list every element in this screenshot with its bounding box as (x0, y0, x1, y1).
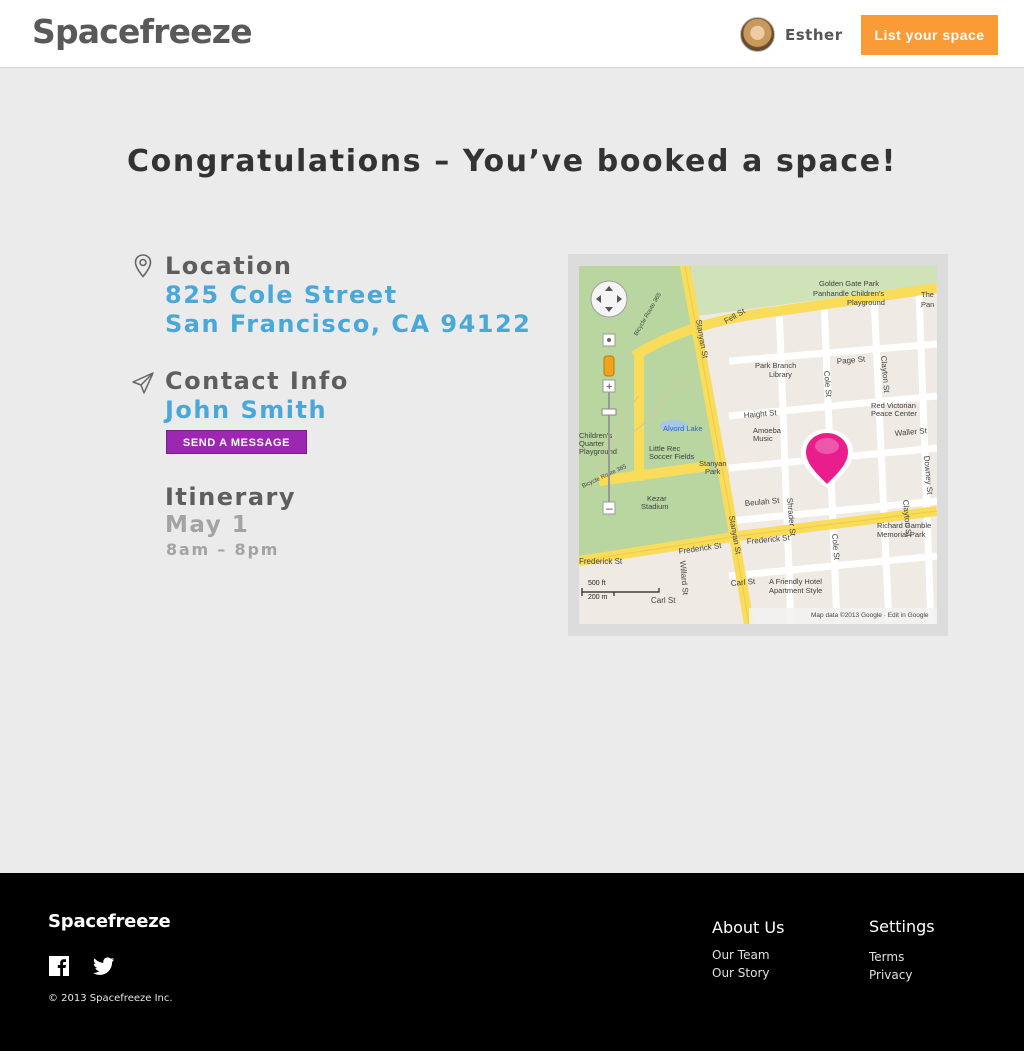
svg-text:500 ft: 500 ft (588, 580, 606, 587)
place-label: Playground (579, 447, 617, 456)
footer-link-our-story[interactable]: Our Story (712, 966, 770, 980)
about-us-heading: About Us (712, 918, 785, 937)
map-pan-control[interactable] (590, 280, 628, 318)
street-label: Frederick St (579, 557, 623, 566)
street-label: Carl St (651, 596, 676, 605)
map-pin-outline-icon (132, 253, 154, 279)
address-line-1[interactable]: 825 Cole Street (165, 281, 398, 309)
svg-text:200 m: 200 m (588, 594, 608, 601)
place-label: Panhandle Children’s (813, 289, 884, 298)
place-label: Park Branch (755, 361, 796, 370)
footer-link-our-team[interactable]: Our Team (712, 948, 770, 962)
place-label: Park (705, 467, 721, 476)
user-name[interactable]: Esther (785, 26, 843, 44)
user-avatar[interactable] (740, 17, 775, 52)
copyright-text: © 2013 Spacefreeze Inc. (48, 993, 173, 1004)
page-title: Congratulations – You’ve booked a space! (127, 144, 897, 179)
address-line-2[interactable]: San Francisco, CA 94122 (165, 310, 531, 338)
footer-link-privacy[interactable]: Privacy (869, 968, 912, 982)
place-label: A Friendly Hotel (769, 577, 822, 586)
place-label: Soccer Fields (649, 452, 695, 461)
place-label: Library (769, 370, 792, 379)
send-message-button[interactable]: SEND A MESSAGE (166, 430, 307, 454)
location-label: Location (165, 252, 293, 280)
itinerary-time: 8am – 8pm (166, 540, 280, 559)
location-map[interactable]: Fell St Stanyan St Stanyan St Page St Ha… (579, 266, 937, 624)
footer-logo[interactable]: Spacefreeze (48, 911, 171, 932)
place-label: Golden Gate Park (819, 279, 879, 288)
itinerary-date: May 1 (165, 512, 250, 538)
place-label: Richard Gamble (877, 521, 931, 530)
site-footer: Spacefreeze © 2013 Spacefreeze Inc. Abou… (0, 873, 1024, 1051)
place-label: Memorial Park (877, 530, 926, 539)
settings-heading: Settings (869, 917, 935, 936)
place-label: Apartment Style (769, 586, 822, 595)
contact-info-label: Contact Info (165, 367, 349, 395)
place-label: Stadium (641, 502, 669, 511)
itinerary-label: Itinerary (165, 483, 297, 511)
footer-link-terms[interactable]: Terms (869, 950, 904, 964)
site-logo[interactable]: Spacefreeze (32, 12, 253, 51)
facebook-icon[interactable] (48, 955, 70, 977)
paper-plane-icon (131, 371, 155, 395)
map-attribution[interactable]: Map data ©2013 Google · Edit in Google (811, 611, 929, 619)
twitter-icon[interactable] (93, 955, 115, 977)
svg-text:–: – (606, 501, 613, 515)
site-header: Spacefreeze Esther List your space (0, 0, 1024, 68)
place-label: The (921, 290, 934, 299)
place-label: Alvord Lake (663, 424, 703, 433)
street-view-pegman-icon (603, 355, 615, 377)
map-frame: Fell St Stanyan St Stanyan St Page St Ha… (568, 254, 948, 636)
contact-name[interactable]: John Smith (165, 396, 327, 424)
place-label: Peace Center (871, 409, 917, 418)
place-label: Pan (921, 300, 934, 309)
svg-text:+: + (606, 381, 612, 393)
place-label: Playground (847, 298, 885, 307)
place-label: Music (753, 434, 773, 443)
list-your-space-button[interactable]: List your space (861, 15, 998, 55)
